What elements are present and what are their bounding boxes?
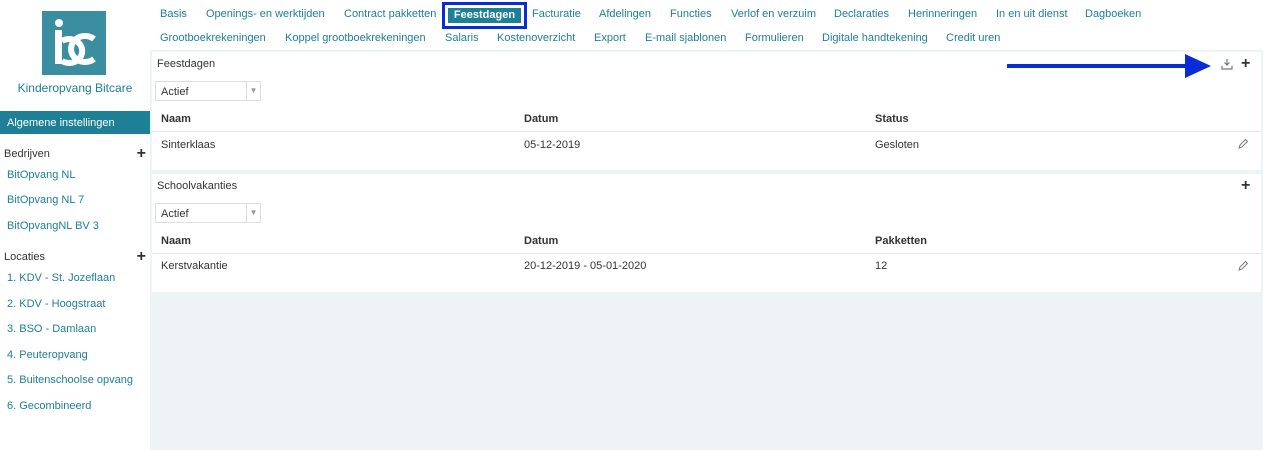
- tab-afdelingen[interactable]: Afdelingen: [599, 8, 651, 20]
- sidebar-group-bedrijven: Bedrijven +: [0, 145, 150, 164]
- cell-datum: 20-12-2019 - 05-01-2020: [524, 260, 647, 272]
- column-header-datum[interactable]: Datum: [524, 235, 558, 247]
- add-schoolvakantie-icon[interactable]: +: [1241, 177, 1250, 195]
- tab-feestdagen[interactable]: Feestdagen: [448, 8, 521, 23]
- sidebar-item-locatie-5[interactable]: 5. Buitenschoolse opvang: [7, 374, 133, 386]
- brand-name: Kinderopvang Bitcare: [17, 81, 133, 95]
- tab-openings-en-werktijden[interactable]: Openings- en werktijden: [206, 8, 325, 20]
- tab-feestdagen-highlight: Feestdagen: [442, 2, 527, 29]
- edit-pencil-icon[interactable]: [1237, 138, 1249, 153]
- tab-kostenoverzicht[interactable]: Kostenoverzicht: [497, 32, 575, 44]
- sidebar-item-bitopvangnl-bv-3[interactable]: BitOpvangNL BV 3: [7, 220, 99, 232]
- column-header-datum[interactable]: Datum: [524, 113, 558, 125]
- sidebar-item-locatie-2[interactable]: 2. KDV - Hoogstraat: [7, 298, 105, 310]
- sidebar-item-locatie-4[interactable]: 4. Peuteropvang: [7, 349, 88, 361]
- add-locatie-icon[interactable]: +: [137, 248, 146, 266]
- tab-koppel-grootboekrekeningen[interactable]: Koppel grootboekrekeningen: [285, 32, 426, 44]
- cell-pakketten: 12: [875, 260, 888, 272]
- schoolvakanties-panel: Schoolvakanties + Actief ▼ Naam Datum Pa…: [152, 174, 1261, 292]
- select-value: Actief: [161, 208, 189, 220]
- sidebar-item-locatie-1[interactable]: 1. KDV - St. Jozeflaan: [7, 272, 115, 284]
- cell-status: Gesloten: [875, 139, 920, 151]
- schoolvakanties-status-select[interactable]: Actief ▼: [155, 203, 261, 223]
- export-download-icon[interactable]: [1221, 58, 1233, 73]
- add-feestdag-icon[interactable]: +: [1241, 55, 1250, 73]
- settings-nav: Basis Openings- en werktijden Contract p…: [150, 0, 1263, 50]
- annotation-arrow: [1007, 64, 1189, 68]
- schoolvakanties-title: Schoolvakanties: [157, 180, 238, 192]
- select-value: Actief: [161, 86, 189, 98]
- tab-export[interactable]: Export: [594, 32, 626, 44]
- tab-credit-uren[interactable]: Credit uren: [946, 32, 1000, 44]
- cell-datum: 05-12-2019: [524, 139, 581, 151]
- sidebar-item-locatie-3[interactable]: 3. BSO - Damlaan: [7, 323, 96, 335]
- chevron-down-icon: ▼: [246, 82, 260, 100]
- sidebar-section-algemene-instellingen[interactable]: Algemene instellingen: [0, 111, 150, 134]
- sidebar-item-bitopvang-nl[interactable]: BitOpvang NL: [7, 169, 75, 181]
- sidebar-group-label: Locaties: [4, 251, 45, 263]
- cell-naam: Kerstvakantie: [161, 260, 228, 272]
- table-divider: [152, 253, 1261, 254]
- add-bedrijf-icon[interactable]: +: [137, 145, 146, 163]
- column-header-pakketten[interactable]: Pakketten: [875, 235, 927, 247]
- tab-grootboekrekeningen[interactable]: Grootboekrekeningen: [160, 32, 266, 44]
- tab-herinneringen[interactable]: Herinneringen: [908, 8, 977, 20]
- chevron-down-icon: ▼: [246, 204, 260, 222]
- column-header-naam[interactable]: Naam: [161, 113, 191, 125]
- edit-pencil-icon[interactable]: [1237, 260, 1249, 275]
- tab-functies[interactable]: Functies: [670, 8, 712, 20]
- bitcare-logo[interactable]: [42, 11, 106, 75]
- sidebar-group-locaties: Locaties +: [0, 248, 150, 267]
- column-header-naam[interactable]: Naam: [161, 235, 191, 247]
- tab-email-sjablonen[interactable]: E-mail sjablonen: [645, 32, 726, 44]
- tab-in-en-uit-dienst[interactable]: In en uit dienst: [996, 8, 1068, 20]
- tab-verlof-en-verzuim[interactable]: Verlof en verzuim: [731, 8, 816, 20]
- tab-formulieren[interactable]: Formulieren: [745, 32, 804, 44]
- feestdagen-panel: Feestdagen + Actief ▼ Naam Datum Status …: [152, 52, 1261, 170]
- column-header-status[interactable]: Status: [875, 113, 909, 125]
- sidebar-item-bitopvang-nl-7[interactable]: BitOpvang NL 7: [7, 194, 84, 206]
- tab-digitale-handtekening[interactable]: Digitale handtekening: [822, 32, 928, 44]
- sidebar-group-label: Bedrijven: [4, 148, 50, 160]
- tab-declaraties[interactable]: Declaraties: [834, 8, 889, 20]
- main-content: Basis Openings- en werktijden Contract p…: [150, 0, 1263, 450]
- sidebar: Kinderopvang Bitcare Algemene instelling…: [0, 0, 150, 450]
- tab-facturatie[interactable]: Facturatie: [532, 8, 581, 20]
- feestdagen-title: Feestdagen: [157, 58, 216, 70]
- cell-naam: Sinterklaas: [161, 139, 216, 151]
- annotation-arrowhead-icon: [1185, 54, 1211, 78]
- tab-salaris[interactable]: Salaris: [445, 32, 479, 44]
- tab-dagboeken[interactable]: Dagboeken: [1085, 8, 1141, 20]
- tab-basis[interactable]: Basis: [160, 8, 187, 20]
- tab-contract-pakketten[interactable]: Contract pakketten: [344, 8, 436, 20]
- feestdagen-status-select[interactable]: Actief ▼: [155, 81, 261, 101]
- table-divider: [152, 131, 1261, 132]
- sidebar-item-locatie-6[interactable]: 6. Gecombineerd: [7, 400, 91, 412]
